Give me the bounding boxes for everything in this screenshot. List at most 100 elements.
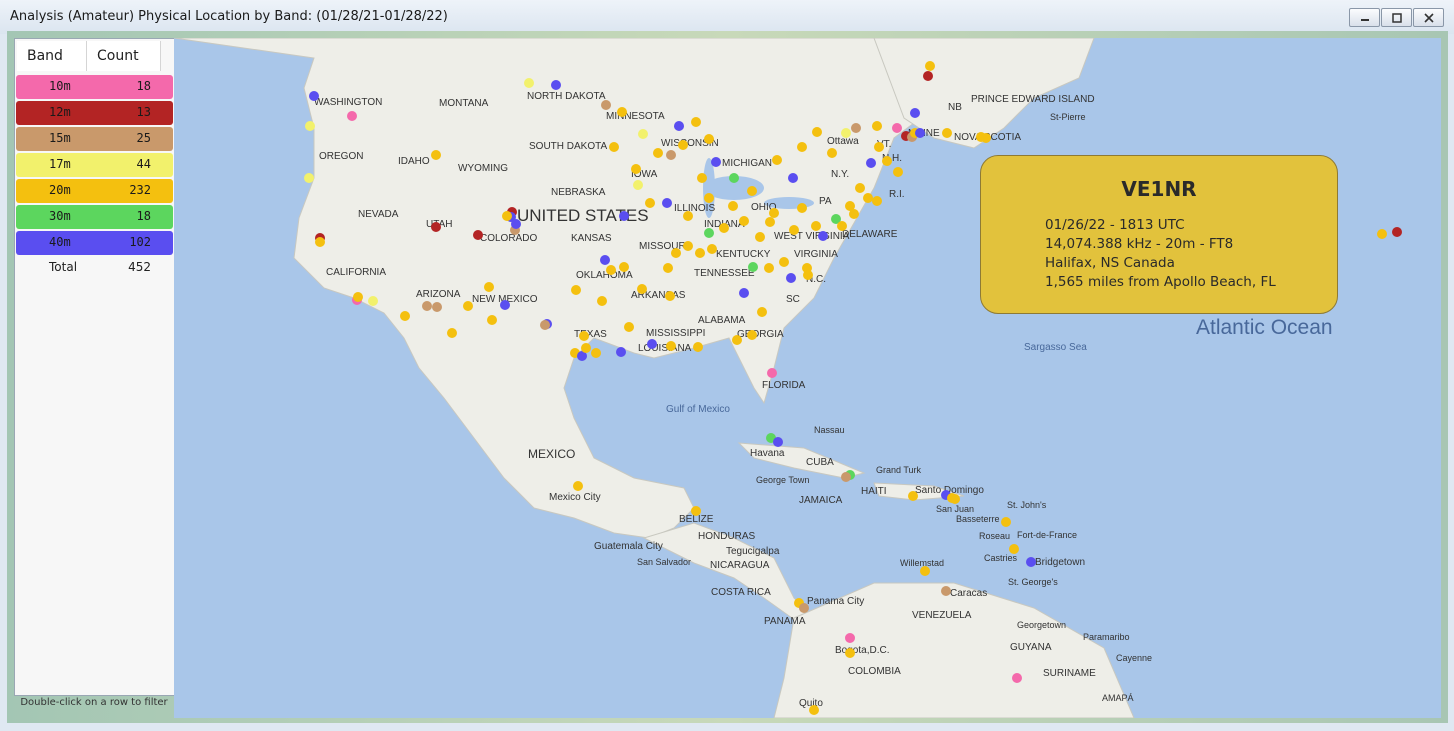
station-marker[interactable] — [645, 198, 655, 208]
station-marker[interactable] — [892, 123, 902, 133]
station-marker[interactable] — [663, 263, 673, 273]
station-marker[interactable] — [693, 342, 703, 352]
station-marker[interactable] — [941, 586, 951, 596]
station-marker[interactable] — [837, 221, 847, 231]
station-marker[interactable] — [368, 296, 378, 306]
station-marker[interactable] — [579, 331, 589, 341]
column-header-band[interactable]: Band — [17, 41, 87, 71]
station-marker[interactable] — [1001, 517, 1011, 527]
maximize-button[interactable] — [1381, 8, 1412, 27]
station-marker[interactable] — [601, 100, 611, 110]
station-marker[interactable] — [1026, 557, 1036, 567]
station-marker[interactable] — [942, 128, 952, 138]
station-marker[interactable] — [764, 263, 774, 273]
station-marker[interactable] — [704, 193, 714, 203]
station-marker[interactable] — [305, 121, 315, 131]
station-marker[interactable] — [849, 209, 859, 219]
station-marker[interactable] — [647, 339, 657, 349]
station-marker[interactable] — [711, 157, 721, 167]
station-marker[interactable] — [600, 255, 610, 265]
column-header-count[interactable]: Count — [87, 41, 161, 71]
station-marker[interactable] — [757, 307, 767, 317]
station-marker[interactable] — [786, 273, 796, 283]
station-marker[interactable] — [447, 328, 457, 338]
station-marker[interactable] — [573, 481, 583, 491]
station-marker[interactable] — [704, 134, 714, 144]
station-marker[interactable] — [691, 117, 701, 127]
station-marker[interactable] — [540, 320, 550, 330]
station-marker[interactable] — [893, 167, 903, 177]
band-row-17m[interactable]: 17m 44 — [16, 153, 173, 177]
station-marker[interactable] — [799, 603, 809, 613]
station-marker[interactable] — [502, 211, 512, 221]
station-marker[interactable] — [511, 219, 521, 229]
station-marker[interactable] — [1009, 544, 1019, 554]
close-button[interactable] — [1413, 8, 1444, 27]
station-marker[interactable] — [606, 265, 616, 275]
station-marker[interactable] — [315, 237, 325, 247]
station-marker[interactable] — [788, 173, 798, 183]
station-marker[interactable] — [609, 142, 619, 152]
station-marker[interactable] — [915, 128, 925, 138]
band-row-12m[interactable]: 12m 13 — [16, 101, 173, 125]
station-marker[interactable] — [769, 208, 779, 218]
station-marker[interactable] — [666, 150, 676, 160]
band-row-10m[interactable]: 10m 18 — [16, 75, 173, 99]
station-marker[interactable] — [617, 107, 627, 117]
station-marker[interactable] — [925, 61, 935, 71]
station-marker[interactable] — [719, 223, 729, 233]
station-marker[interactable] — [845, 648, 855, 658]
station-marker[interactable] — [1392, 227, 1402, 237]
station-marker[interactable] — [309, 91, 319, 101]
band-row-40m[interactable]: 40m 102 — [16, 231, 173, 255]
station-marker[interactable] — [1012, 673, 1022, 683]
station-marker[interactable] — [874, 142, 884, 152]
station-marker[interactable] — [809, 705, 819, 715]
station-marker[interactable] — [683, 211, 693, 221]
station-marker[interactable] — [747, 330, 757, 340]
station-marker[interactable] — [484, 282, 494, 292]
station-marker[interactable] — [866, 158, 876, 168]
station-marker[interactable] — [683, 241, 693, 251]
station-marker[interactable] — [779, 257, 789, 267]
station-marker[interactable] — [704, 228, 714, 238]
station-marker[interactable] — [463, 301, 473, 311]
station-marker[interactable] — [638, 129, 648, 139]
station-marker[interactable] — [908, 491, 918, 501]
station-marker[interactable] — [882, 156, 892, 166]
station-marker[interactable] — [633, 180, 643, 190]
station-marker[interactable] — [473, 230, 483, 240]
station-marker[interactable] — [739, 216, 749, 226]
band-row-30m[interactable]: 30m 18 — [16, 205, 173, 229]
station-marker[interactable] — [841, 128, 851, 138]
station-marker[interactable] — [524, 78, 534, 88]
station-marker[interactable] — [811, 221, 821, 231]
band-row-20m[interactable]: 20m 232 — [16, 179, 173, 203]
station-marker[interactable] — [732, 335, 742, 345]
station-marker[interactable] — [624, 322, 634, 332]
station-marker[interactable] — [637, 284, 647, 294]
minimize-button[interactable] — [1349, 8, 1380, 27]
station-marker[interactable] — [910, 108, 920, 118]
station-marker[interactable] — [920, 566, 930, 576]
station-marker[interactable] — [855, 183, 865, 193]
station-marker[interactable] — [487, 315, 497, 325]
station-marker[interactable] — [551, 80, 561, 90]
station-marker[interactable] — [400, 311, 410, 321]
station-marker[interactable] — [353, 292, 363, 302]
station-marker[interactable] — [773, 437, 783, 447]
station-marker[interactable] — [827, 148, 837, 158]
station-marker[interactable] — [697, 173, 707, 183]
station-marker[interactable] — [739, 288, 749, 298]
station-marker[interactable] — [872, 121, 882, 131]
station-marker[interactable] — [678, 140, 688, 150]
station-marker[interactable] — [812, 127, 822, 137]
station-marker[interactable] — [347, 111, 357, 121]
station-marker[interactable] — [803, 270, 813, 280]
station-marker[interactable] — [597, 296, 607, 306]
station-marker[interactable] — [765, 217, 775, 227]
station-marker[interactable] — [662, 198, 672, 208]
station-marker[interactable] — [872, 196, 882, 206]
station-marker[interactable] — [845, 633, 855, 643]
station-marker[interactable] — [666, 341, 676, 351]
